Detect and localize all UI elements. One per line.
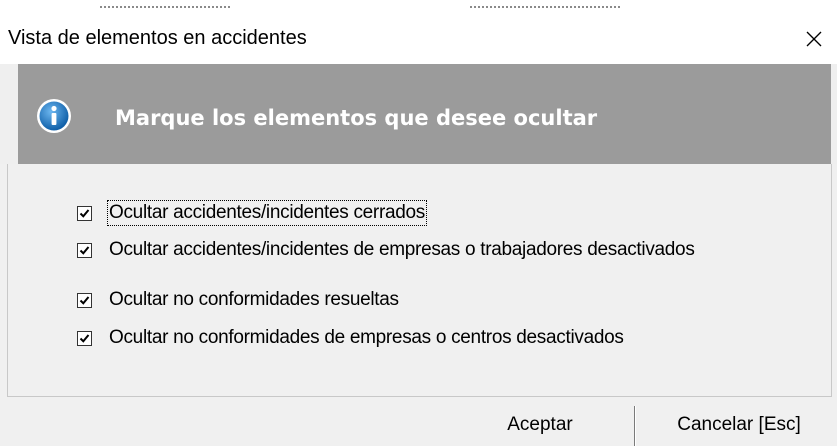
button-separator [635,406,636,446]
option-hide-deactivated-companies-workers[interactable]: Ocultar accidentes/incidentes de empresa… [77,238,695,262]
cancel-button[interactable]: Cancelar [Esc] [641,406,837,444]
checkmark-icon [79,208,90,218]
option-hide-closed-accidents[interactable]: Ocultar accidentes/incidentes cerrados [77,200,427,226]
checkbox-label[interactable]: Ocultar no conformidades de empresas o c… [109,327,624,349]
checkbox[interactable] [77,205,92,221]
background-text-fragment [470,0,620,8]
checkbox[interactable] [77,242,92,258]
close-button[interactable] [790,14,837,64]
checkmark-icon [79,333,90,343]
window-title: Vista de elementos en accidentes [8,27,307,49]
option-hide-resolved-nonconformities[interactable]: Ocultar no conformidades resueltas [77,288,399,312]
checkmark-icon [79,245,90,255]
checkmark-icon [79,295,90,305]
checkbox[interactable] [77,330,92,346]
checkbox-label[interactable]: Ocultar accidentes/incidentes cerrados [107,200,427,226]
accept-button[interactable]: Aceptar [448,406,632,444]
close-icon [806,31,821,47]
background-window-fragment [0,0,837,14]
info-icon [36,98,72,134]
background-text-fragment [100,0,230,8]
checkbox-label[interactable]: Ocultar accidentes/incidentes de empresa… [109,239,695,261]
checkbox-label[interactable]: Ocultar no conformidades resueltas [109,289,399,311]
options-panel-border [7,164,832,397]
option-hide-deactivated-companies-centers[interactable]: Ocultar no conformidades de empresas o c… [77,326,624,350]
checkbox[interactable] [77,292,92,308]
header-instruction: Marque los elementos que desee ocultar [115,106,598,130]
